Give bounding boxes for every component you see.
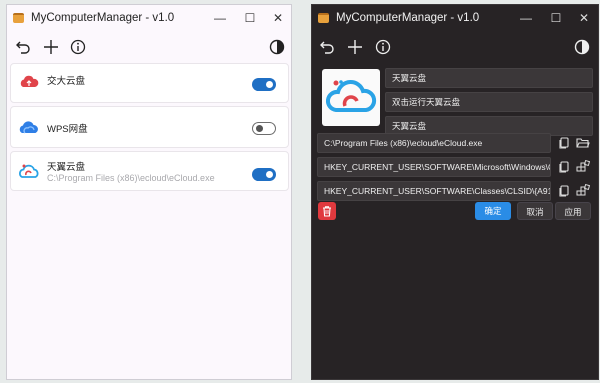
window-title: MyComputerManager - v1.0: [336, 12, 480, 24]
trash-icon: [323, 206, 331, 217]
name-field[interactable]: 天翼云盘: [385, 68, 593, 88]
registry-icon[interactable]: [575, 183, 591, 199]
undo-icon[interactable]: [12, 36, 34, 58]
light-window: MyComputerManager - v1.0 — ☐ ✕ 交大云盘 WPS网…: [6, 4, 292, 380]
registry-key-field[interactable]: HKEY_CURRENT_USER\SOFTWARE\Microsoft\Win…: [317, 157, 551, 177]
theme-toggle-icon[interactable]: [571, 36, 593, 58]
list-item[interactable]: 交大云盘: [10, 63, 289, 103]
cancel-button[interactable]: 取消: [517, 202, 553, 220]
minimize-button[interactable]: —: [207, 9, 233, 27]
undo-icon[interactable]: [316, 36, 338, 58]
apply-button[interactable]: 应用: [555, 202, 591, 220]
toolbar: [7, 33, 291, 61]
app-icon: [318, 13, 329, 23]
close-button[interactable]: ✕: [265, 9, 291, 27]
delete-button[interactable]: [318, 202, 336, 220]
title-bar: MyComputerManager - v1.0 — ☐ ✕: [7, 5, 291, 31]
tianyi-cloud-icon[interactable]: [322, 69, 380, 126]
enable-toggle[interactable]: [252, 122, 276, 135]
minimize-button[interactable]: —: [513, 9, 539, 27]
copy-icon[interactable]: [556, 183, 572, 199]
theme-toggle-icon[interactable]: [266, 36, 288, 58]
add-icon[interactable]: [344, 36, 366, 58]
red-cloud-icon: [18, 72, 40, 94]
registry-icon[interactable]: [575, 159, 591, 175]
description-field[interactable]: 双击运行天翼云盘: [385, 92, 593, 112]
item-path: C:\Program Files (x86)\ecloud\eCloud.exe: [47, 173, 215, 183]
copy-icon[interactable]: [556, 135, 572, 151]
app-icon: [13, 13, 24, 23]
confirm-button[interactable]: 确定: [475, 202, 511, 220]
item-name: 交大云盘: [47, 76, 86, 87]
item-name: 天翼云盘: [47, 162, 86, 173]
info-icon[interactable]: [372, 36, 394, 58]
item-name: WPS网盘: [47, 124, 88, 135]
add-icon[interactable]: [40, 36, 62, 58]
list-item[interactable]: WPS网盘: [10, 106, 289, 148]
maximize-button[interactable]: ☐: [543, 9, 569, 27]
window-title: MyComputerManager - v1.0: [31, 12, 175, 24]
dark-window: MyComputerManager - v1.0 — ☐ ✕ 天翼云盘 双击运行…: [311, 4, 599, 380]
info-icon[interactable]: [67, 36, 89, 58]
registry-key-field[interactable]: HKEY_CURRENT_USER\SOFTWARE\Classes\CLSID…: [317, 181, 551, 201]
toolbar: [312, 33, 598, 61]
tianyi-cloud-icon: [18, 161, 40, 183]
exe-path-field[interactable]: C:\Program Files (x86)\ecloud\eCloud.exe: [317, 133, 551, 153]
close-button[interactable]: ✕: [571, 9, 597, 27]
blue-cloud-icon: [18, 117, 40, 139]
maximize-button[interactable]: ☐: [237, 9, 263, 27]
list-item[interactable]: 天翼云盘 C:\Program Files (x86)\ecloud\eClou…: [10, 151, 289, 191]
enable-toggle[interactable]: [252, 168, 276, 181]
enable-toggle[interactable]: [252, 78, 276, 91]
folder-open-icon[interactable]: [575, 135, 591, 151]
title-bar: MyComputerManager - v1.0 — ☐ ✕: [312, 5, 598, 31]
copy-icon[interactable]: [556, 159, 572, 175]
